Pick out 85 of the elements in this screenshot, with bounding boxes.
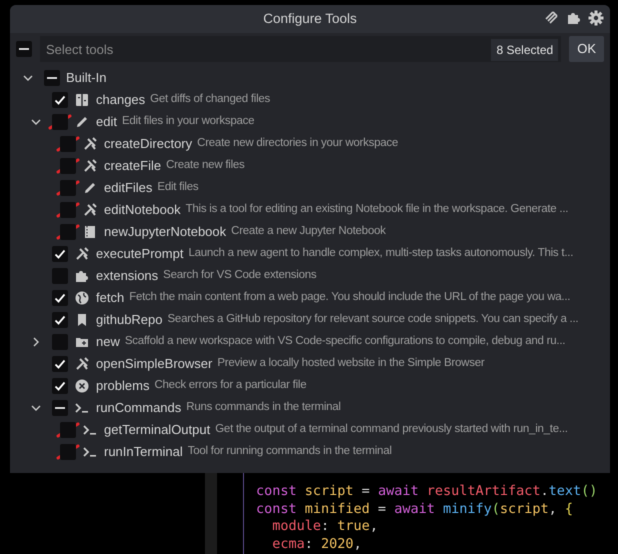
- error-icon: [74, 378, 90, 394]
- check-icon: [54, 358, 66, 370]
- tool-name: newJupyterNotebook: [104, 223, 226, 242]
- puzzle-icon[interactable]: [566, 10, 582, 26]
- checkbox[interactable]: [60, 202, 76, 218]
- checkbox[interactable]: [60, 136, 76, 152]
- tool-name: getTerminalOutput: [104, 421, 210, 440]
- tool-name: new: [96, 333, 120, 352]
- tool-description: Get diffs of changed files: [150, 92, 270, 108]
- checkbox[interactable]: [52, 334, 68, 350]
- checkbox[interactable]: [52, 400, 68, 416]
- code-line: ecma: 2020,: [271, 536, 363, 553]
- checkbox[interactable]: [52, 356, 68, 372]
- tool-name: problems: [96, 377, 150, 396]
- tool-name: createDirectory: [104, 135, 192, 154]
- check-icon: [54, 292, 66, 304]
- notebook-icon: [82, 224, 98, 240]
- tool-description: Search for VS Code extensions: [163, 268, 316, 284]
- ok-button[interactable]: OK: [569, 36, 604, 62]
- tools-icon: [74, 356, 90, 372]
- tool-description: This is a tool for editing an existing Notebook file in the workspace. Generate ...: [186, 202, 568, 218]
- tool-description: Runs commands in the terminal: [186, 400, 341, 416]
- tool-description: Fetch the main content from a web page. You should include the URL of the page you wa...: [129, 290, 570, 306]
- code-line: const script = await resultArtifact.text(): [256, 483, 598, 500]
- checkbox[interactable]: [60, 444, 76, 460]
- tools-icon: [82, 202, 98, 218]
- layers-icon[interactable]: [544, 10, 560, 26]
- tool-description: Launch a new agent to handle complex, multi-step tasks autonomously. This t...: [188, 246, 574, 262]
- checkbox[interactable]: [60, 158, 76, 174]
- pencil-icon: [82, 180, 98, 196]
- checkbox[interactable]: [52, 92, 68, 108]
- tool-name: createFile: [104, 157, 162, 176]
- checkbox[interactable]: [52, 246, 68, 262]
- tool-name: runInTerminal: [104, 443, 183, 462]
- code-line: const minified = await minify(script, {: [256, 500, 574, 518]
- checkbox[interactable]: [44, 70, 60, 86]
- checkbox[interactable]: [60, 180, 76, 196]
- checkbox[interactable]: [52, 114, 68, 130]
- dialog-title: Configure Tools: [263, 10, 357, 28]
- puzzle-icon: [74, 268, 90, 284]
- tool-name: Built-In: [66, 69, 106, 88]
- dash-icon: [19, 48, 29, 50]
- code-line: module: true,: [271, 518, 379, 536]
- checkbox[interactable]: [60, 224, 76, 240]
- check-icon: [54, 314, 66, 326]
- tool-name: openSimpleBrowser: [96, 355, 212, 374]
- checkbox[interactable]: [52, 268, 68, 284]
- pencil-icon: [74, 114, 90, 130]
- tool-name: edit: [96, 113, 117, 132]
- dash-icon: [47, 77, 57, 79]
- tool-name: editNotebook: [104, 201, 181, 220]
- tool-name: fetch: [96, 289, 124, 308]
- tools-icon: [82, 158, 98, 174]
- tool-description: Get the output of a terminal command previously started with run_in_te...: [215, 422, 568, 438]
- checkbox[interactable]: [52, 290, 68, 306]
- tool-description: Edit files: [157, 180, 198, 196]
- tools-icon: [74, 246, 90, 262]
- tool-name: githubRepo: [96, 311, 162, 330]
- check-icon: [54, 380, 66, 392]
- settings-icon[interactable]: [588, 10, 604, 26]
- tool-description: Scaffold a new workspace with VS Code-specific configurations to compile, debug and ru...: [124, 334, 566, 350]
- tool-name: extensions: [96, 267, 158, 286]
- checkbox[interactable]: [52, 312, 68, 328]
- tool-name: editFiles: [104, 179, 152, 198]
- check-icon: [54, 248, 66, 260]
- checkbox[interactable]: [52, 378, 68, 394]
- tool-description: Tool for running commands in the terminal: [188, 444, 392, 460]
- tool-name: changes: [96, 91, 146, 110]
- book-icon: [74, 92, 90, 108]
- tools-icon: [82, 136, 98, 152]
- selected-count-badge: 8 Selected: [491, 39, 558, 61]
- tool-description: Edit files in your workspace: [122, 114, 254, 130]
- check-icon: [54, 94, 66, 106]
- tool-name: runCommands: [96, 399, 182, 418]
- checkbox[interactable]: [16, 41, 32, 57]
- tool-description: Preview a locally hosted website in the Simple Browser: [217, 356, 484, 372]
- tool-description: Create a new Jupyter Notebook: [231, 224, 386, 240]
- dash-icon: [55, 407, 65, 409]
- tool-name: executePrompt: [96, 245, 184, 264]
- checkbox[interactable]: [60, 422, 76, 438]
- globe-icon: [74, 290, 90, 306]
- tool-description: Searches a GitHub repository for relevant source code snippets. You can specify a ...: [168, 312, 578, 328]
- tool-description: Create new files: [166, 158, 245, 174]
- tool-description: Check errors for a particular file: [154, 378, 306, 394]
- tool-description: Create new directories in your workspace: [197, 136, 398, 152]
